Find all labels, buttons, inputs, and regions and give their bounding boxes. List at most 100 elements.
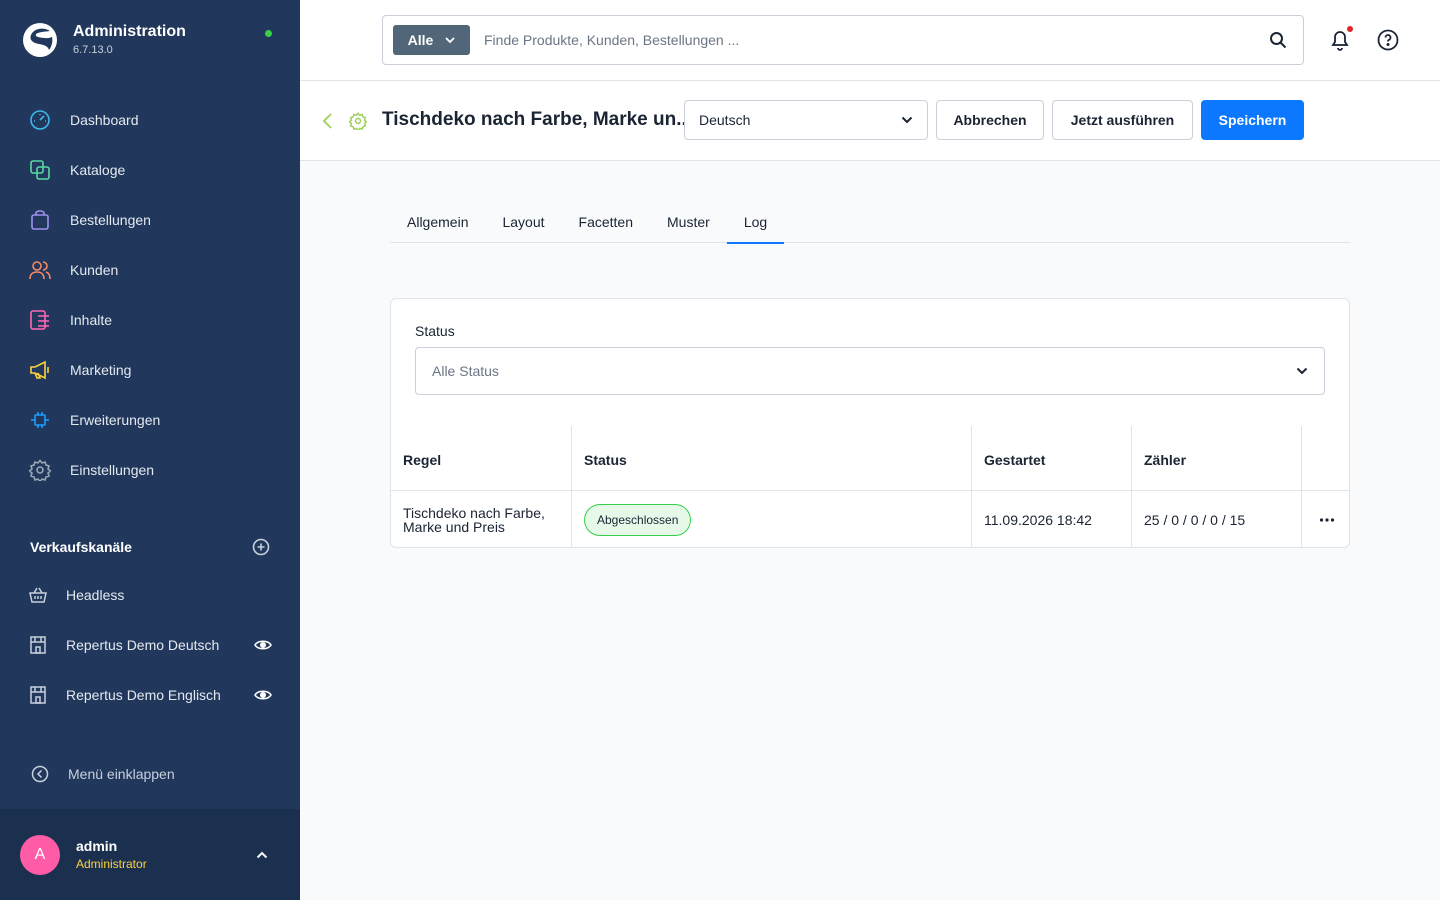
- column-header-actions: [1302, 426, 1349, 490]
- nav-label: Kunden: [70, 262, 119, 278]
- nav-item-marketing[interactable]: Marketing: [0, 345, 300, 395]
- nav-label: Einstellungen: [70, 462, 155, 478]
- column-header-rule[interactable]: Regel: [391, 426, 572, 490]
- tab-muster[interactable]: Muster: [650, 200, 727, 243]
- nav-item-dashboard[interactable]: Dashboard: [0, 95, 300, 145]
- language-select-value: Deutsch: [699, 112, 751, 128]
- megaphone-icon: [30, 360, 49, 380]
- save-button[interactable]: Speichern: [1201, 100, 1304, 140]
- column-header-started[interactable]: Gestartet: [972, 426, 1132, 490]
- plug-icon: [31, 412, 49, 428]
- rule-name: Tischdeko nach Farbe, Marke und Preis: [403, 504, 545, 535]
- global-search: Alle: [382, 15, 1304, 65]
- tab-facetten[interactable]: Facetten: [562, 200, 650, 243]
- app-version: 6.7.13.0: [73, 44, 113, 56]
- sales-channel-list: Headless Repertus Demo Deutsch Repertus …: [0, 570, 300, 720]
- nav-item-orders[interactable]: Bestellungen: [0, 195, 300, 245]
- nav-item-extensions[interactable]: Erweiterungen: [0, 395, 300, 445]
- online-status-dot: [265, 30, 272, 37]
- notifications-button[interactable]: [1328, 26, 1353, 57]
- sales-channel-label: Repertus Demo Englisch: [66, 687, 221, 703]
- status-badge: Abgeschlossen: [584, 503, 692, 536]
- page-header: Tischdeko nach Farbe, Marke un... Deutsc…: [300, 81, 1440, 161]
- storefront-icon: [30, 686, 46, 704]
- more-actions-icon[interactable]: [1319, 517, 1335, 522]
- sales-channel-repertus-englisch[interactable]: Repertus Demo Englisch: [0, 670, 300, 720]
- nav-label: Kataloge: [70, 162, 126, 178]
- collapse-menu-label: Menü einklappen: [68, 766, 175, 782]
- page-title: Tischdeko nach Farbe, Marke un...: [382, 109, 693, 130]
- shopware-logo-icon: [23, 23, 57, 57]
- nav-item-catalogs[interactable]: Kataloge: [0, 145, 300, 195]
- status-filter-label: Status: [415, 323, 455, 339]
- collapse-menu-button[interactable]: Menü einklappen: [31, 765, 175, 783]
- tab-allgemein[interactable]: Allgemein: [390, 200, 485, 243]
- sales-channel-repertus-deutsch[interactable]: Repertus Demo Deutsch: [0, 620, 300, 670]
- chevron-left-circle-icon: [31, 765, 49, 783]
- sales-channels-title: Verkaufskanäle: [30, 539, 132, 555]
- search-type-label: Alle: [407, 32, 434, 48]
- status-filter-value: Alle Status: [432, 363, 499, 379]
- avatar: A: [20, 834, 60, 875]
- nav-item-content[interactable]: Inhalte: [0, 295, 300, 345]
- content-icon: [30, 310, 49, 330]
- brand[interactable]: Administration 6.7.13.0: [22, 22, 186, 58]
- user-role: Administrator: [76, 857, 147, 871]
- nav-label: Bestellungen: [70, 212, 151, 228]
- chevron-up-icon[interactable]: [256, 851, 268, 859]
- sidebar: Administration 6.7.13.0 Dashboard Katalo…: [0, 0, 300, 900]
- cancel-button[interactable]: Abbrechen: [936, 100, 1044, 140]
- sales-channel-headless[interactable]: Headless: [0, 570, 300, 620]
- nav-item-customers[interactable]: Kunden: [0, 245, 300, 295]
- nav-label: Dashboard: [70, 112, 139, 128]
- nav-item-settings[interactable]: Einstellungen: [0, 445, 300, 495]
- back-arrow-icon[interactable]: [322, 112, 334, 130]
- cell-started: 11.09.2026 18:42: [972, 491, 1132, 547]
- chevron-down-icon: [445, 37, 455, 43]
- status-filter-select[interactable]: Alle Status: [415, 347, 1325, 395]
- tab-log[interactable]: Log: [726, 200, 785, 244]
- help-button[interactable]: [1377, 29, 1399, 56]
- nav-label: Erweiterungen: [70, 412, 161, 428]
- tab-layout[interactable]: Layout: [485, 200, 561, 243]
- eye-icon[interactable]: [254, 689, 272, 701]
- column-header-status[interactable]: Status: [572, 426, 972, 490]
- column-header-counter[interactable]: Zähler: [1132, 426, 1302, 490]
- table-header: Regel Status Gestartet Zähler: [391, 426, 1349, 491]
- user-name: admin: [76, 838, 118, 854]
- nav-label: Inhalte: [70, 312, 113, 328]
- notification-badge: [1347, 26, 1353, 32]
- log-table: Regel Status Gestartet Zähler Tischdeko …: [391, 426, 1349, 547]
- user-menu[interactable]: A admin Administrator: [0, 809, 300, 900]
- language-select[interactable]: Deutsch: [684, 100, 928, 140]
- storefront-icon: [30, 636, 46, 654]
- tab-bar: Allgemein Layout Facetten Muster Log: [390, 200, 1350, 244]
- gauge-icon: [30, 110, 50, 130]
- gear-icon: [349, 112, 367, 130]
- eye-icon[interactable]: [254, 639, 272, 651]
- search-type-select[interactable]: Alle: [393, 25, 470, 55]
- app-title: Administration: [73, 23, 186, 40]
- sales-channels-header: Verkaufskanäle: [30, 538, 270, 556]
- cell-rule: Tischdeko nach Farbe, Marke und Preis: [391, 491, 572, 547]
- add-circle-icon[interactable]: [252, 538, 270, 556]
- help-circle-icon: [1377, 29, 1399, 51]
- basket-icon: [29, 587, 47, 603]
- cell-status: Abgeschlossen: [572, 491, 972, 547]
- search-icon[interactable]: [1269, 31, 1287, 49]
- catalog-icon: [30, 160, 50, 180]
- cell-actions: [1302, 491, 1349, 547]
- chevron-down-icon: [1296, 367, 1308, 375]
- shopping-bag-icon: [31, 210, 49, 230]
- table-row: Tischdeko nach Farbe, Marke und Preis Ab…: [391, 491, 1349, 547]
- main-nav: Dashboard Kataloge Bestellungen Kunden I…: [0, 95, 300, 495]
- gear-icon: [29, 459, 51, 481]
- users-icon: [29, 261, 51, 280]
- run-now-button[interactable]: Jetzt ausführen: [1052, 100, 1193, 140]
- chevron-down-icon: [901, 116, 913, 124]
- top-bar: Alle: [300, 0, 1440, 81]
- sales-channel-label: Repertus Demo Deutsch: [66, 637, 220, 653]
- search-input[interactable]: [484, 32, 1269, 48]
- nav-label: Marketing: [70, 362, 132, 378]
- sales-channel-label: Headless: [66, 587, 125, 603]
